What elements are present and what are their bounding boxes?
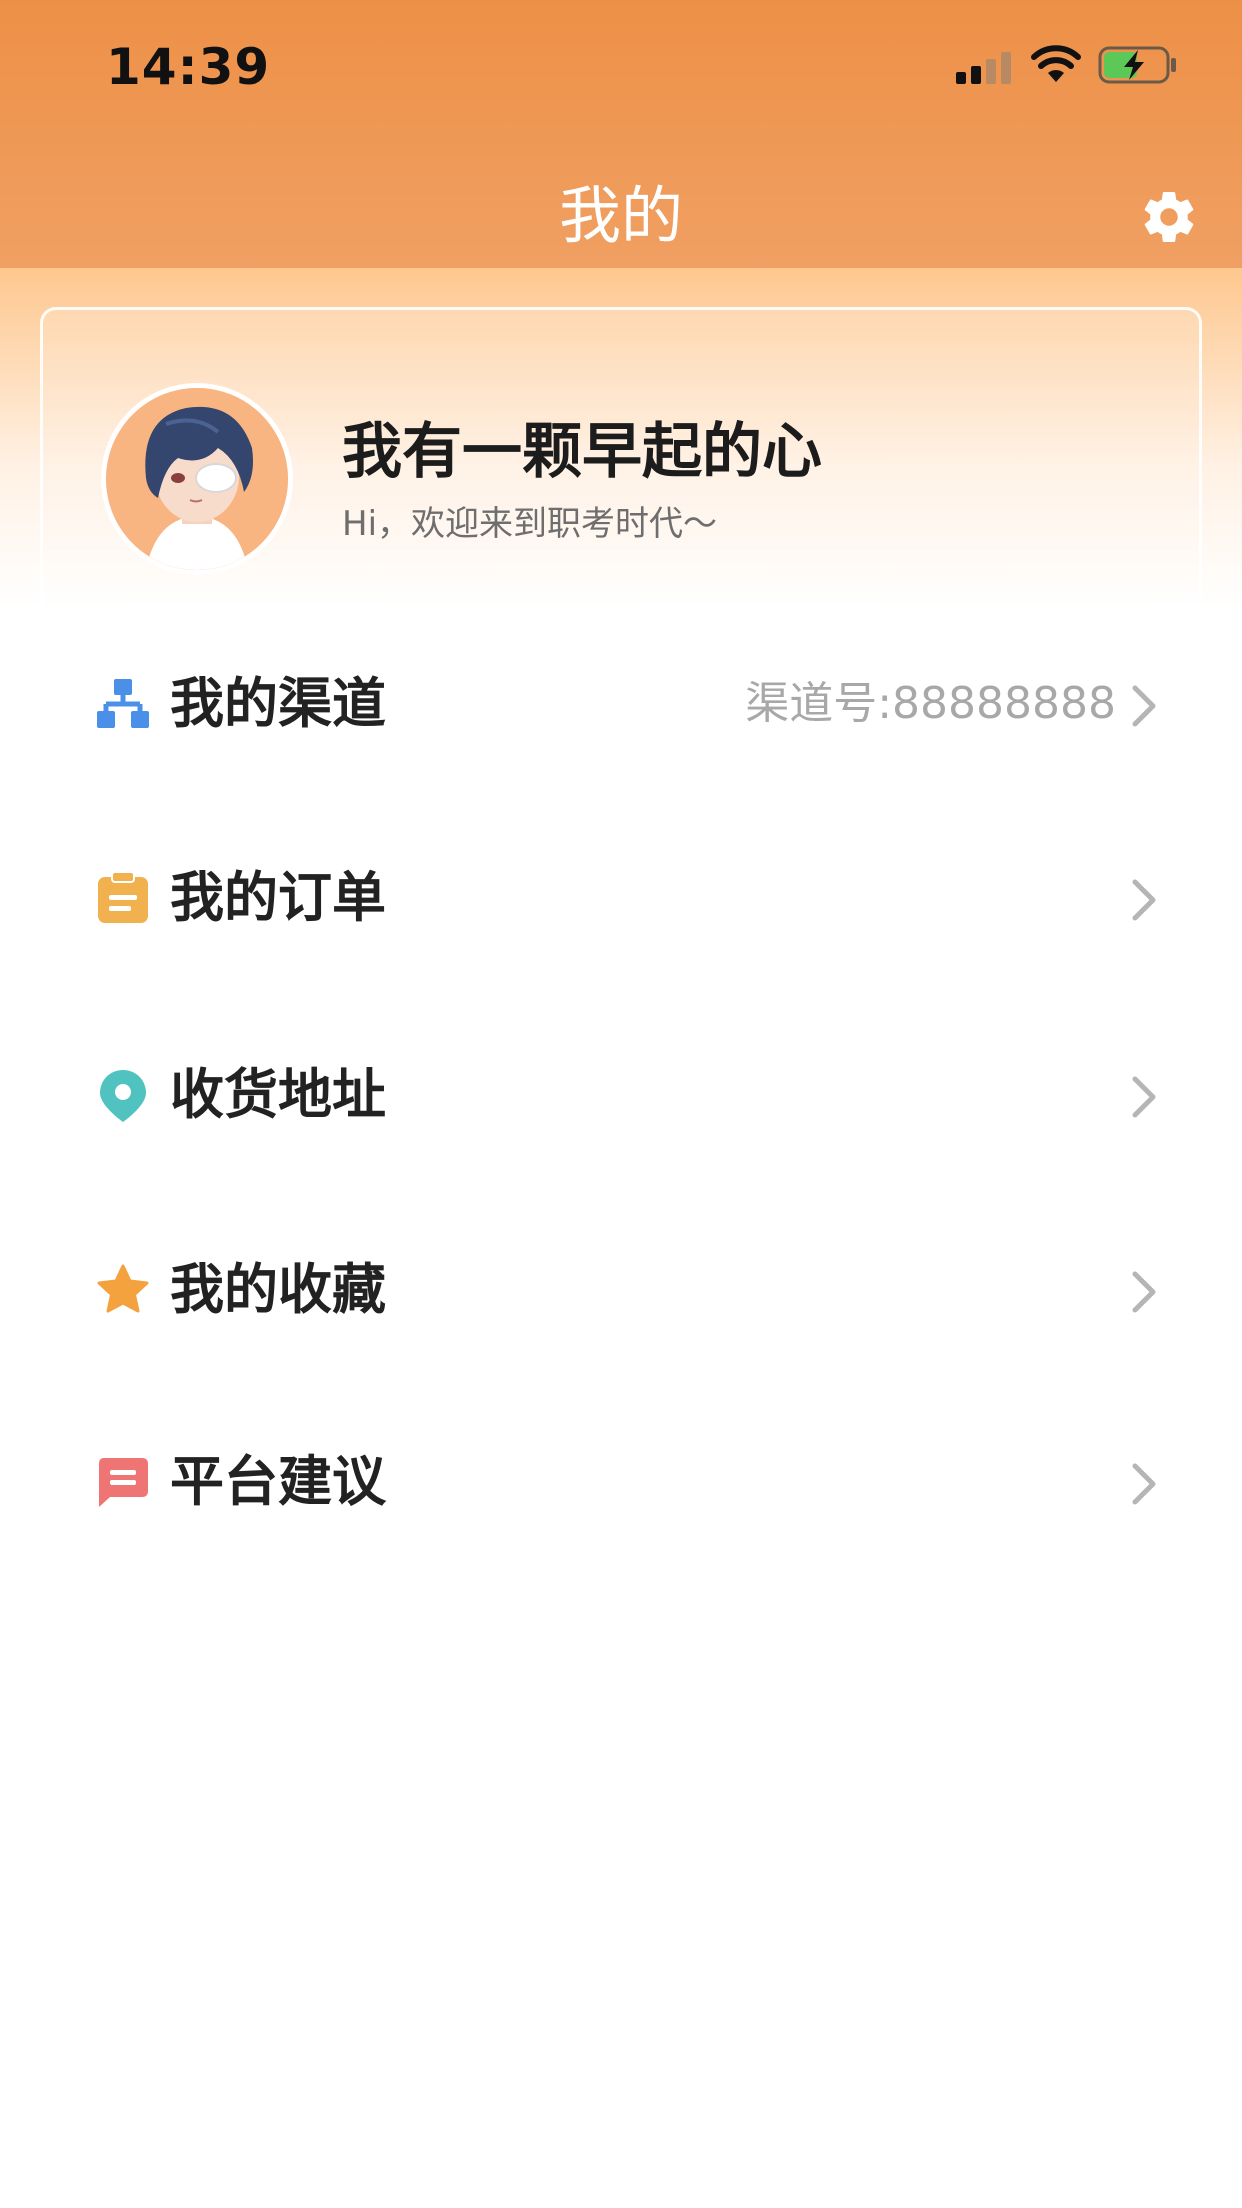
- avatar[interactable]: [101, 383, 293, 575]
- menu-item-feedback[interactable]: 平台建议: [0, 1422, 1242, 1542]
- menu-item-favorites[interactable]: 我的收藏: [0, 1230, 1242, 1350]
- menu-label: 收货地址: [170, 1063, 386, 1126]
- battery-charging-icon: [1098, 46, 1176, 84]
- wifi-icon: [1031, 45, 1081, 82]
- message-icon: [99, 1458, 148, 1507]
- user-name: 我有一颗早起的心: [342, 417, 822, 487]
- clipboard-icon: [98, 871, 148, 923]
- chevron-right-icon: [1132, 685, 1156, 727]
- location-pin-icon: [100, 1070, 146, 1122]
- network-icon: [97, 679, 149, 728]
- chevron-right-icon: [1132, 1463, 1156, 1505]
- page-title: 我的: [558, 179, 683, 252]
- user-welcome-text: Hi，欢迎来到职考时代～: [342, 504, 718, 544]
- avatar-illustration: [106, 388, 288, 570]
- gear-icon[interactable]: [1139, 187, 1199, 247]
- status-time: 14:39: [106, 38, 271, 96]
- menu-item-orders[interactable]: 我的订单: [0, 838, 1242, 958]
- menu-label: 我的渠道: [170, 672, 386, 735]
- chevron-right-icon: [1132, 879, 1156, 921]
- status-bar: 14:39: [0, 0, 1242, 140]
- channel-number: 渠道号:88888888: [745, 678, 1116, 729]
- chevron-right-icon: [1132, 1076, 1156, 1118]
- menu-item-address[interactable]: 收货地址: [0, 1035, 1242, 1155]
- menu-label: 平台建议: [170, 1450, 386, 1513]
- star-icon: [97, 1264, 149, 1313]
- menu-label: 我的收藏: [170, 1258, 386, 1321]
- cellular-signal-icon: [956, 52, 1011, 84]
- menu-label: 我的订单: [170, 866, 386, 929]
- menu-item-channel[interactable]: 我的渠道 渠道号:88888888: [0, 644, 1242, 764]
- chevron-right-icon: [1132, 1271, 1156, 1313]
